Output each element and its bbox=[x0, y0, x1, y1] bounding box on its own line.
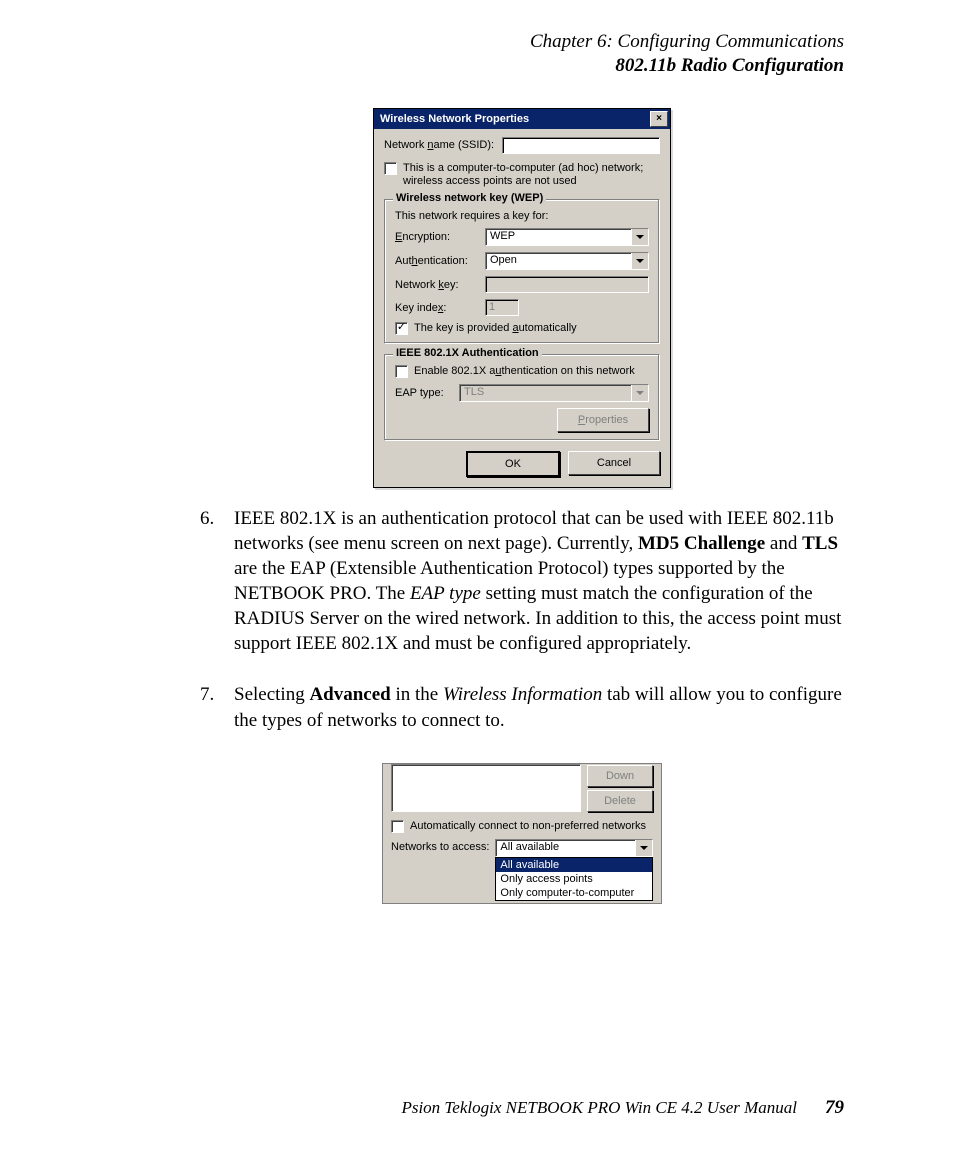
chevron-down-icon bbox=[631, 385, 648, 401]
list-number: 6. bbox=[200, 506, 234, 656]
preferred-networks-listbox[interactable] bbox=[391, 764, 581, 812]
enable-8021x-label: Enable 802.1X authentication on this net… bbox=[414, 365, 635, 377]
dropdown-option[interactable]: Only access points bbox=[496, 872, 652, 886]
delete-button: Delete bbox=[587, 790, 653, 812]
eap-type-label: EAP type: bbox=[395, 387, 459, 399]
advanced-wireless-fragment: Down Delete Automatically connect to non… bbox=[382, 763, 662, 904]
paragraph-text: IEEE 802.1X is an authentication protoco… bbox=[234, 506, 844, 656]
list-number: 7. bbox=[200, 682, 234, 732]
list-item-6: 6. IEEE 802.1X is an authentication prot… bbox=[200, 506, 844, 656]
dropdown-option[interactable]: Only computer-to-computer bbox=[496, 886, 652, 900]
page-footer: Psion Teklogix NETBOOK PRO Win CE 4.2 Us… bbox=[200, 1067, 844, 1119]
adhoc-checkbox[interactable] bbox=[384, 162, 397, 175]
adhoc-label: This is a computer-to-computer (ad hoc) … bbox=[403, 162, 660, 190]
ieee8021x-group: IEEE 802.1X Authentication Enable 802.1X… bbox=[384, 354, 660, 441]
chevron-down-icon[interactable] bbox=[635, 840, 652, 856]
auto-connect-checkbox[interactable] bbox=[391, 820, 404, 833]
page-header: Chapter 6: Configuring Communications 80… bbox=[200, 30, 844, 78]
auto-connect-label: Automatically connect to non-preferred n… bbox=[410, 820, 646, 832]
footer-manual-title: Psion Teklogix NETBOOK PRO Win CE 4.2 Us… bbox=[401, 1098, 797, 1118]
page-number: 79 bbox=[825, 1097, 844, 1119]
dialog-titlebar: Wireless Network Properties × bbox=[374, 109, 670, 129]
ssid-input[interactable] bbox=[502, 137, 660, 154]
network-key-input bbox=[485, 276, 649, 293]
down-button: Down bbox=[587, 765, 653, 787]
eap-type-combobox: TLS bbox=[459, 384, 649, 402]
wireless-network-properties-dialog: Wireless Network Properties × Network na… bbox=[373, 108, 671, 489]
auto-key-checkbox[interactable] bbox=[395, 322, 408, 335]
chevron-down-icon[interactable] bbox=[631, 253, 648, 269]
dialog-title: Wireless Network Properties bbox=[380, 113, 650, 125]
section-title: 802.11b Radio Configuration bbox=[200, 54, 844, 78]
key-index-label: Key index: bbox=[395, 302, 485, 314]
wep-group-title: Wireless network key (WEP) bbox=[393, 192, 546, 204]
ok-button[interactable]: OK bbox=[466, 451, 560, 477]
encryption-label: Encryption: bbox=[395, 231, 485, 243]
ssid-label: Network name (SSID): bbox=[384, 139, 494, 151]
encryption-combobox[interactable]: WEP bbox=[485, 228, 649, 246]
auto-key-label: The key is provided automatically bbox=[414, 322, 577, 334]
wep-requires-label: This network requires a key for: bbox=[395, 210, 649, 222]
authentication-label: Authentication: bbox=[395, 255, 485, 267]
chevron-down-icon[interactable] bbox=[631, 229, 648, 245]
network-key-label: Network key: bbox=[395, 279, 485, 291]
close-icon[interactable]: × bbox=[650, 111, 668, 127]
ieee8021x-group-title: IEEE 802.1X Authentication bbox=[393, 347, 542, 359]
chapter-title: Chapter 6: Configuring Communications bbox=[200, 30, 844, 54]
list-item-7: 7. Selecting Advanced in the Wireless In… bbox=[200, 682, 844, 732]
networks-to-access-dropdown-list[interactable]: All available Only access points Only co… bbox=[495, 857, 653, 901]
enable-8021x-checkbox[interactable] bbox=[395, 365, 408, 378]
key-index-input: 1 bbox=[485, 299, 519, 316]
paragraph-text: Selecting Advanced in the Wireless Infor… bbox=[234, 682, 844, 732]
properties-button: Properties bbox=[557, 408, 649, 432]
dropdown-option[interactable]: All available bbox=[496, 858, 652, 872]
networks-to-access-label: Networks to access: bbox=[391, 839, 489, 853]
wep-group: Wireless network key (WEP) This network … bbox=[384, 199, 660, 344]
cancel-button[interactable]: Cancel bbox=[568, 451, 660, 475]
authentication-combobox[interactable]: Open bbox=[485, 252, 649, 270]
networks-to-access-combobox[interactable]: All available bbox=[495, 839, 653, 857]
